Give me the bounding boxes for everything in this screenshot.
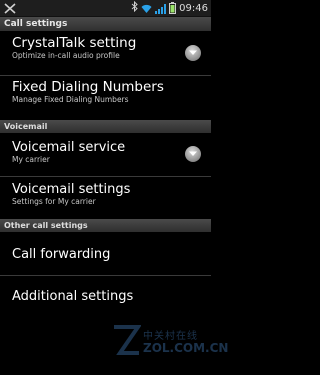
additional-settings-item[interactable]: Additional settings: [0, 289, 211, 313]
page-title: Call settings: [0, 17, 211, 31]
item-title: Fixed Dialing Numbers: [12, 79, 164, 95]
voicemail-service-item[interactable]: Voicemail service My carrier: [0, 140, 211, 172]
item-title: Additional settings: [12, 289, 134, 304]
call-forwarding-item[interactable]: Call forwarding: [0, 247, 211, 271]
chevron-down-icon[interactable]: [185, 146, 201, 162]
voicemail-settings-item[interactable]: Voicemail settings Settings for My carri…: [0, 182, 211, 214]
item-title: Call forwarding: [12, 247, 111, 262]
section-header-voicemail: Voicemail: [0, 120, 211, 133]
item-subtitle: Settings for My carrier: [12, 197, 96, 206]
item-subtitle: Optimize in-call audio profile: [12, 51, 120, 60]
crystaltalk-setting-item[interactable]: CrystalTalk setting Optimize in-call aud…: [0, 36, 211, 72]
section-header-other-call-settings: Other call settings: [0, 219, 211, 232]
item-subtitle: My carrier: [12, 155, 50, 164]
zol-watermark: 中关村在线 ZOL.COM.CN: [111, 323, 228, 367]
item-title: Voicemail settings: [12, 182, 131, 197]
fixed-dialing-numbers-item[interactable]: Fixed Dialing Numbers Manage Fixed Diali…: [0, 80, 211, 116]
watermark-text-en: ZOL.COM.CN: [143, 341, 229, 355]
bluetooth-icon: [131, 0, 138, 16]
item-title: CrystalTalk setting: [12, 35, 137, 51]
item-subtitle: Manage Fixed Dialing Numbers: [12, 95, 129, 104]
battery-icon: [169, 0, 177, 18]
status-bar: 09:46: [0, 0, 211, 17]
clock: 09:46: [179, 2, 208, 14]
missed-call-icon: [4, 0, 16, 18]
watermark-text-zh: 中关村在线: [143, 331, 198, 342]
item-title: Voicemail service: [12, 140, 126, 155]
wifi-icon: [141, 0, 152, 18]
divider: [0, 75, 211, 76]
zol-logo-icon: [114, 325, 142, 355]
divider: [0, 275, 211, 276]
divider: [0, 176, 211, 177]
chevron-down-icon[interactable]: [185, 45, 201, 61]
signal-icon: [155, 0, 167, 18]
